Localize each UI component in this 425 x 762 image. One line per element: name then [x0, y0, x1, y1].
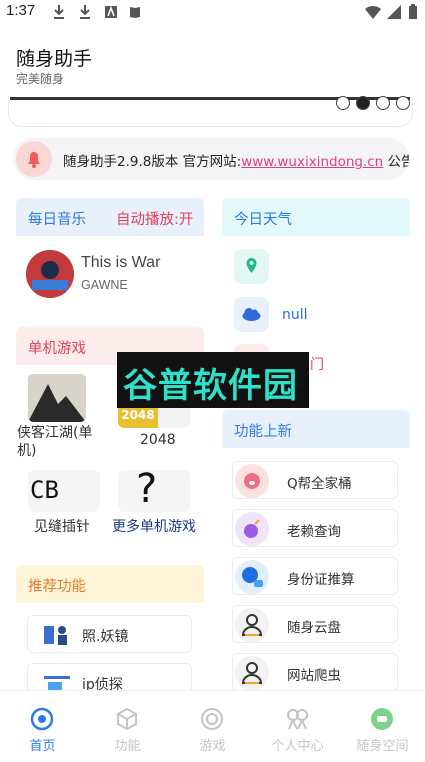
feature-item[interactable]: 身份证推算	[232, 557, 398, 595]
carousel-dot[interactable]	[336, 96, 350, 110]
question-mark-icon[interactable]: ?	[118, 470, 190, 512]
app-a-icon	[105, 5, 117, 18]
nav-space[interactable]: 随身空间	[340, 691, 425, 762]
recommend-section-heading: 推荐功能	[16, 565, 204, 603]
carousel-dot[interactable]	[376, 96, 390, 110]
wifi-icon	[365, 5, 381, 19]
recommend-item[interactable]: 照.妖镜	[27, 615, 192, 653]
carousel-dot-active[interactable]	[356, 96, 370, 110]
feature-label: 随身云盘	[287, 620, 341, 636]
more-games-glyph: ?	[136, 470, 158, 512]
features-section-heading: 功能上新	[222, 410, 410, 448]
user-icon	[235, 656, 269, 690]
chat-gear-icon	[235, 560, 269, 594]
signal-icon	[387, 5, 401, 19]
banner-carousel[interactable]	[8, 97, 413, 127]
autoplay-toggle[interactable]: 自动播放:开	[116, 208, 193, 229]
carousel-dot[interactable]	[396, 96, 410, 110]
people-icon	[44, 626, 67, 645]
notice-prefix: 随身助手2.9.8版本 官方网站:	[63, 154, 242, 170]
game-label[interactable]: 侠客江湖(单机)	[17, 424, 101, 460]
book-icon	[130, 7, 140, 18]
cloud-icon	[234, 297, 269, 332]
notice-bar[interactable]: 随身助手2.9.8版本 官方网站:www.wuxixindong.cn 公告	[13, 138, 409, 180]
track-artist: GAWNE	[81, 278, 128, 292]
feature-item[interactable]: 网站爬虫	[232, 653, 398, 691]
weather-section-heading: 今日天气	[222, 198, 410, 236]
person-icon	[287, 709, 308, 730]
feature-item[interactable]: Q帮全家桶	[232, 461, 398, 499]
status-bar: 1:37	[0, 0, 425, 26]
swirl-icon	[201, 708, 223, 730]
nav-games[interactable]: 游戏	[170, 691, 255, 762]
weather-condition: null	[282, 307, 308, 323]
nav-features[interactable]: 功能	[85, 691, 170, 762]
chat-bubble-icon	[371, 708, 393, 730]
feature-item[interactable]: 随身云盘	[232, 605, 398, 643]
feature-label: 网站爬虫	[287, 668, 341, 684]
notice-text: 随身助手2.9.8版本 官方网站:www.wuxixindong.cn 公告	[63, 150, 409, 170]
more-games-link[interactable]: 更多单机游戏	[112, 516, 196, 536]
page-subtitle: 完美随身	[16, 72, 65, 86]
nav-label: 功能	[114, 739, 141, 754]
bomb-icon	[235, 512, 269, 546]
feature-label: 身份证推算	[287, 572, 355, 588]
nav-label: 首页	[29, 739, 56, 754]
recommend-label: 照.妖镜	[82, 629, 129, 645]
battery-icon	[409, 4, 417, 19]
watermark-text: 谷普软件园	[123, 366, 298, 406]
nav-label: 游戏	[199, 739, 226, 754]
cube-icon	[117, 707, 137, 731]
watermark-logo: 谷普软件园	[117, 352, 309, 408]
game-thumb-jianfeng[interactable]: CB	[28, 470, 100, 512]
notice-suffix: 公告	[387, 154, 409, 170]
nav-home[interactable]: 首页	[0, 691, 85, 762]
user-icon	[235, 608, 269, 642]
feature-label: Q帮全家桶	[287, 476, 352, 492]
feature-item[interactable]: 老赖查询	[232, 509, 398, 547]
home-target-icon	[30, 707, 54, 731]
download-icon	[80, 5, 90, 19]
page-title: 随身助手	[16, 48, 93, 70]
nav-label: 个人中心	[271, 739, 324, 754]
nav-profile[interactable]: 个人中心	[255, 691, 340, 762]
banner-image	[10, 97, 410, 100]
bell-icon	[16, 141, 52, 177]
bottom-navigation: 首页 功能 游戏 个人中心 随身空间	[0, 690, 425, 761]
download-icon	[54, 5, 64, 19]
game-thumb-jianfeng-text: CB	[30, 476, 59, 504]
location-pin-icon	[234, 249, 269, 284]
game-label[interactable]: 2048	[140, 432, 176, 448]
game-label[interactable]: 见缝插针	[34, 516, 90, 536]
feature-label: 老赖查询	[287, 524, 341, 540]
track-title[interactable]: This is War	[81, 254, 160, 272]
game-thumb-xiake[interactable]	[28, 374, 86, 422]
pig-icon	[235, 464, 269, 498]
album-cover[interactable]	[26, 250, 74, 298]
status-time: 1:37	[6, 2, 36, 19]
website-link[interactable]: www.wuxixindong.cn	[241, 154, 383, 170]
nav-label: 随身空间	[356, 739, 409, 754]
